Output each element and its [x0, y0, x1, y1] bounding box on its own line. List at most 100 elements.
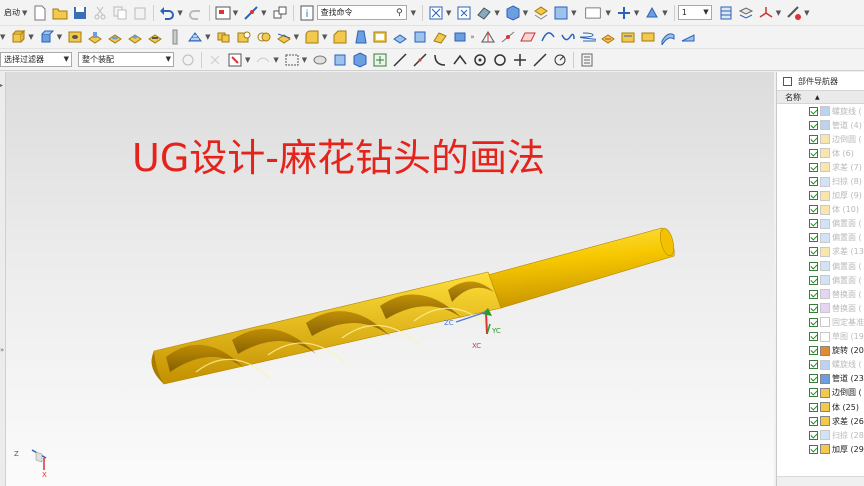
visibility-checkbox[interactable]: [809, 275, 818, 285]
rect-select-icon[interactable]: [227, 52, 243, 68]
spline-icon[interactable]: [560, 29, 576, 45]
zoom-icon[interactable]: [456, 5, 472, 21]
through-curves-icon[interactable]: [680, 29, 696, 45]
visibility-checkbox[interactable]: [809, 162, 818, 172]
snap-midpoint-icon[interactable]: [412, 52, 428, 68]
work-layer-select[interactable]: 1 ▼: [677, 5, 712, 20]
wcs-caret[interactable]: ▼: [776, 9, 781, 17]
curve-rule-icon[interactable]: [255, 52, 271, 68]
visibility-checkbox[interactable]: [809, 247, 818, 257]
curve-icon[interactable]: [540, 29, 556, 45]
move-to-layer-icon[interactable]: [738, 5, 754, 21]
paste-icon[interactable]: [132, 5, 148, 21]
type-filter-select[interactable]: 选择过滤器 ▼: [0, 52, 72, 67]
undo-icon[interactable]: [159, 5, 175, 21]
snap-settings-icon[interactable]: [579, 52, 595, 68]
feature-node[interactable]: 扫掠 (8): [777, 174, 864, 188]
dotted-rect-icon[interactable]: [284, 52, 300, 68]
visibility-checkbox[interactable]: [809, 374, 818, 384]
start-menu-button[interactable]: 启动: [4, 7, 20, 18]
feature-node[interactable]: 替换面 (: [777, 301, 864, 315]
swept-icon[interactable]: [660, 29, 676, 45]
thicken-icon[interactable]: [640, 29, 656, 45]
select-body-icon[interactable]: [312, 52, 328, 68]
feature-node[interactable]: 加厚 (9): [777, 189, 864, 203]
move-object-icon[interactable]: [616, 5, 632, 21]
shaded-caret[interactable]: ▼: [523, 9, 528, 17]
feature-node[interactable]: 旋转 (20: [777, 344, 864, 358]
layer-settings-icon[interactable]: [718, 5, 734, 21]
groove-icon[interactable]: [167, 29, 183, 45]
more-caret-a[interactable]: »: [470, 33, 474, 41]
slot-icon[interactable]: [147, 29, 163, 45]
feature-node[interactable]: 求差 (13: [777, 245, 864, 259]
background-icon[interactable]: [553, 5, 569, 21]
dotted-rect-caret[interactable]: ▼: [302, 56, 307, 64]
section-curve-icon[interactable]: [600, 29, 616, 45]
sew-icon[interactable]: [432, 29, 448, 45]
search-icon[interactable]: ⚲: [396, 7, 403, 20]
feature-node[interactable]: 扫掠 (28: [777, 428, 864, 442]
feature-node[interactable]: 螺旋线 (: [777, 358, 864, 372]
snap-endpoint-icon[interactable]: [372, 52, 388, 68]
background-caret[interactable]: ▼: [571, 9, 576, 17]
redo-icon[interactable]: [188, 5, 204, 21]
boss-icon[interactable]: [87, 29, 103, 45]
measure-caret[interactable]: ▼: [804, 9, 809, 17]
visibility-checkbox[interactable]: [809, 317, 818, 327]
new-file-icon[interactable]: [32, 5, 48, 21]
feature-node[interactable]: 加厚 (29: [777, 442, 864, 456]
shaded-cube-icon[interactable]: [505, 4, 521, 21]
visibility-checkbox[interactable]: [809, 191, 818, 201]
snap-on-face-icon[interactable]: [552, 52, 568, 68]
edit-section-icon[interactable]: [533, 5, 549, 21]
visibility-checkbox[interactable]: [809, 289, 818, 299]
feature-node[interactable]: 偏置面 (: [777, 231, 864, 245]
feature-node[interactable]: 管道 (4): [777, 118, 864, 132]
point-icon[interactable]: [500, 29, 516, 45]
pocket-icon[interactable]: [107, 29, 123, 45]
datum-plane-icon[interactable]: [519, 29, 536, 45]
selection-scope-select[interactable]: 整个装配 ▼: [78, 52, 174, 67]
twist-drill-model[interactable]: ZC YC XC Z X: [6, 72, 774, 486]
open-folder-icon[interactable]: [52, 5, 68, 21]
command-finder-input[interactable]: 查找命令 ⚲: [316, 5, 407, 20]
fit-caret[interactable]: ▼: [446, 9, 451, 17]
project-curve-icon[interactable]: [620, 29, 636, 45]
graphics-window[interactable]: UG设计-麻花钻头的画法 ZC YC XC Z X: [6, 72, 774, 486]
thread-icon[interactable]: [187, 29, 203, 45]
feature-node[interactable]: 体 (25): [777, 400, 864, 414]
offset-face-icon[interactable]: [392, 29, 408, 45]
visibility-checkbox[interactable]: [809, 332, 818, 342]
blend-caret[interactable]: ▼: [322, 33, 327, 41]
extrude-caret[interactable]: ▼: [28, 33, 33, 41]
visibility-checkbox[interactable]: [809, 346, 818, 356]
edge-color-caret[interactable]: ▼: [606, 9, 611, 17]
feature-node[interactable]: 固定基准: [777, 315, 864, 329]
edge-color-icon[interactable]: [582, 5, 604, 21]
visibility-checkbox[interactable]: [809, 148, 818, 158]
navigator-header[interactable]: 部件导航器: [777, 72, 864, 90]
patch-icon[interactable]: [452, 29, 468, 45]
visibility-checkbox[interactable]: [809, 303, 818, 313]
select-feature-icon[interactable]: [207, 52, 223, 68]
visibility-checkbox[interactable]: [809, 261, 818, 271]
visibility-checkbox[interactable]: [809, 416, 818, 426]
rect-select-caret[interactable]: ▼: [245, 56, 250, 64]
subtract-icon[interactable]: [236, 29, 252, 45]
select-face-icon[interactable]: [332, 52, 348, 68]
feature-node[interactable]: 螺旋线 (: [777, 104, 864, 118]
curve-rule-caret[interactable]: ▼: [273, 56, 278, 64]
visibility-checkbox[interactable]: [809, 134, 818, 144]
measure-icon[interactable]: [786, 5, 802, 21]
feature-node[interactable]: 偏置面 (: [777, 259, 864, 273]
snap-intersection-icon[interactable]: [452, 52, 468, 68]
feature-node[interactable]: 边倒圆 (: [777, 132, 864, 146]
pad-icon[interactable]: [127, 29, 143, 45]
visibility-checkbox[interactable]: [809, 233, 818, 243]
start-menu-caret[interactable]: ▼: [22, 9, 27, 17]
show-hide-icon[interactable]: [644, 5, 660, 21]
fit-view-icon[interactable]: [428, 5, 444, 21]
feature-node[interactable]: 草图 (19: [777, 330, 864, 344]
unite-icon[interactable]: [216, 29, 232, 45]
